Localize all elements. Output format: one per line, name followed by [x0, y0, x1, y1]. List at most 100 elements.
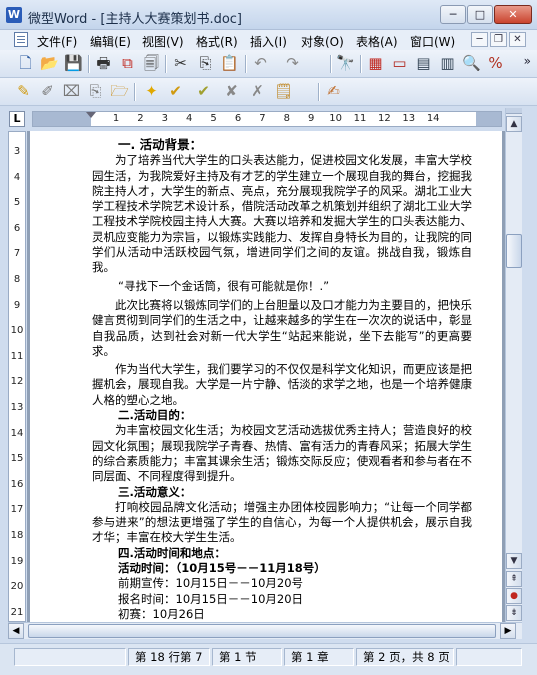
redo-icon[interactable]: ↷: [283, 54, 302, 73]
horizontal-scroll-thumb[interactable]: [28, 624, 496, 638]
review-pane-icon[interactable]: ✍: [324, 82, 343, 101]
ruler-right-margin: [476, 112, 501, 126]
close-button[interactable]: ✕: [494, 5, 532, 24]
save-icon[interactable]: 💾: [64, 54, 83, 73]
delete-mark-icon[interactable]: ⌧: [62, 82, 81, 101]
minimize-button[interactable]: ─: [440, 5, 466, 24]
print-preview-icon[interactable]: 🗐: [142, 54, 161, 73]
document-area: 一. 活动背景： 为了培养当代大学生的口头表达能力，促进校园文化发展，丰富大学校…: [27, 131, 505, 622]
vruler-tick-label: 8: [13, 274, 21, 285]
undo-icon[interactable]: ↶: [251, 54, 270, 73]
vruler-tick-label: 14: [10, 427, 24, 439]
ruler-tick-label: 9: [308, 113, 315, 124]
scroll-down-button[interactable]: ▼: [506, 553, 522, 569]
ruler-tick-label: 6: [234, 113, 242, 124]
ruler-tick-label: 3: [161, 113, 168, 124]
accept-check-icon[interactable]: ✔: [166, 82, 185, 101]
table-insert-icon[interactable]: ▦: [366, 54, 385, 73]
ruler-tick-label: 1: [112, 113, 120, 124]
comment-note-icon[interactable]: 🗒: [274, 82, 293, 101]
vruler-tick-label: 18: [10, 530, 24, 541]
track-folder-icon[interactable]: 🗁: [110, 82, 129, 101]
vertical-scroll-thumb[interactable]: [506, 234, 522, 268]
scroll-up-button[interactable]: ▲: [506, 116, 522, 132]
copy-icon[interactable]: ⎘: [196, 54, 215, 73]
open-folder-icon[interactable]: 📂: [40, 54, 59, 73]
vruler-tick-label: 13: [10, 402, 24, 413]
status-page: 第 2 页，共 8 页: [356, 648, 454, 666]
schedule-item: 前期宣传：10月15日－－10月20号: [118, 576, 304, 591]
percent-icon[interactable]: %: [486, 54, 505, 73]
vruler-tick-label: 20: [10, 581, 24, 593]
copy-mark-icon[interactable]: ⎘: [86, 82, 105, 101]
doc-close-button[interactable]: ✕: [509, 32, 526, 47]
menu-window[interactable]: 窗口(W): [410, 33, 455, 50]
zoom-icon[interactable]: 🔍: [462, 54, 481, 73]
menu-object[interactable]: 对象(O): [301, 33, 344, 50]
accept-all-icon[interactable]: ✔: [194, 82, 213, 101]
highlight-pen-icon[interactable]: ✎: [14, 82, 33, 101]
quote-line: “寻找下一个金话筒，很有可能就是你！.”: [118, 278, 330, 293]
print-icon[interactable]: 🖶: [94, 54, 113, 73]
maximize-button[interactable]: □: [467, 5, 493, 24]
cut-icon[interactable]: ✂: [171, 54, 190, 73]
frame-icon[interactable]: ▭: [390, 54, 409, 73]
scroll-left-button[interactable]: ◀: [8, 623, 24, 639]
status-extra: [456, 648, 522, 666]
ruler-tick-label: 10: [329, 113, 342, 124]
schedule-heading: 活动时间：（10月15号－－11月18号）: [118, 561, 326, 576]
toolbar-more-icon[interactable]: »: [524, 54, 531, 68]
vertical-scrollbar[interactable]: ▲ ▼ ⇞ ● ⇟: [505, 108, 522, 622]
find-icon[interactable]: 🔭: [336, 54, 355, 73]
vruler-tick-label: 19: [10, 555, 24, 567]
edit-pen-icon[interactable]: ✐: [38, 82, 57, 101]
next-page-button[interactable]: ⇟: [506, 605, 522, 621]
page-layout-icon[interactable]: ▤: [414, 54, 433, 73]
paste-icon[interactable]: 📋: [220, 54, 239, 73]
review-toolbar: ✎ ✐ ⌧ ⎘ 🗁 ✦ ✔ ✔ ✘ ✗ 🗒 ✍: [0, 78, 537, 106]
tab-stop-selector[interactable]: L: [9, 111, 25, 127]
reject-all-icon[interactable]: ✗: [248, 82, 267, 101]
window-title: 微型Word - [主持人大赛策划书.doc]: [28, 12, 242, 27]
status-section: 第 1 节: [212, 648, 282, 666]
status-blank: [14, 648, 126, 666]
vruler-tick-label: 15: [10, 453, 24, 465]
vertical-ruler: 3 4 5 6 7 8 9 10 11 12 13 14 15 16 17 18 19 20 21: [8, 131, 26, 622]
pdf-export-icon[interactable]: ⧉: [118, 54, 137, 73]
vruler-tick-label: 7: [13, 248, 21, 260]
reject-icon[interactable]: ✘: [222, 82, 241, 101]
vruler-tick-label: 12: [10, 376, 24, 388]
document-body[interactable]: 一. 活动背景： 为了培养当代大学生的口头表达能力，促进校园文化发展，丰富大学校…: [92, 137, 472, 622]
horizontal-scrollbar[interactable]: ◀ ▶: [8, 622, 522, 639]
new-document-icon[interactable]: 🗋: [16, 54, 35, 73]
ruler-tick-label: 4: [186, 113, 193, 124]
first-line-indent-marker[interactable]: [86, 112, 96, 118]
section-heading: 一. 活动背景：: [118, 137, 203, 152]
vruler-tick-label: 11: [10, 350, 24, 362]
section-heading: 四.活动时间和地点：: [118, 545, 226, 560]
paragraph: 打响校园品牌文化活动；增强主办团体校园影响力；“让每一个同学都参与进来”的想法更…: [92, 499, 472, 545]
vruler-tick-label: 17: [10, 504, 24, 516]
toolbar-separator: [330, 55, 331, 73]
menu-insert[interactable]: 插入(I): [250, 33, 287, 50]
document-page[interactable]: 一. 活动背景： 为了培养当代大学生的口头表达能力，促进校园文化发展，丰富大学校…: [30, 131, 502, 622]
previous-page-button[interactable]: ⇞: [506, 571, 522, 587]
doc-restore-button[interactable]: ❐: [490, 32, 507, 47]
doc-minimize-button[interactable]: ─: [471, 32, 488, 47]
columns-icon[interactable]: ▥: [438, 54, 457, 73]
horizontal-ruler[interactable]: 1 2 3 4 5 6 7 8 9 10 11 12 13 14: [32, 111, 502, 127]
paragraph: 为丰富校园文化生活；为校园文艺活动选拔优秀主持人；营造良好的校园文化氛围；展现我…: [92, 423, 472, 484]
menu-table[interactable]: 表格(A): [356, 33, 398, 50]
ruler-tick-label: 11: [353, 113, 367, 124]
menu-file[interactable]: 文件(F): [37, 33, 77, 50]
accept-star-icon[interactable]: ✦: [142, 82, 161, 101]
menu-edit[interactable]: 编辑(E): [90, 33, 131, 50]
split-handle[interactable]: [506, 108, 522, 114]
toolbar-separator: [360, 55, 361, 73]
scroll-right-button[interactable]: ▶: [500, 623, 516, 639]
select-browse-object-button[interactable]: ●: [506, 588, 522, 604]
document-menu-icon[interactable]: [14, 32, 28, 47]
menu-view[interactable]: 视图(V): [142, 33, 184, 50]
menu-format[interactable]: 格式(R): [196, 33, 238, 50]
word-app-icon[interactable]: W: [6, 7, 22, 23]
